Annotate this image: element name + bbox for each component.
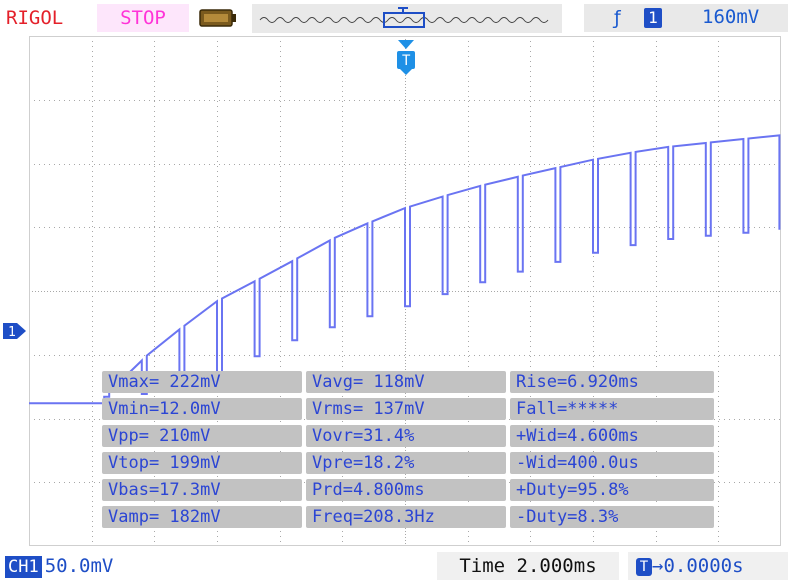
- trigger-offset-setting[interactable]: T →0.0000s: [628, 552, 788, 580]
- channel-marker-label: 1: [8, 325, 16, 340]
- measurement-value: Vavg= 118mV: [306, 371, 506, 393]
- trigger-level: 160mV: [702, 6, 760, 28]
- measurement-value: -Wid=400.0us: [510, 452, 714, 474]
- measurement-value: Vamp= 182mV: [102, 506, 302, 528]
- trigger-source-badge: 1: [644, 8, 662, 28]
- trigger-marker-label: T: [402, 53, 411, 69]
- measurement-value: -Duty=8.3%: [510, 506, 714, 528]
- measurement-value: Vovr=31.4%: [306, 425, 506, 447]
- timebase-setting[interactable]: Time 2.000ms: [437, 552, 619, 580]
- measurement-value: +Duty=95.8%: [510, 479, 714, 501]
- bottom-status-bar: CH1 50.0mV Time 2.000ms T →0.0000s: [0, 547, 800, 585]
- measurement-value: Prd=4.800ms: [306, 479, 506, 501]
- channel-1-settings[interactable]: CH1 50.0mV: [4, 553, 113, 579]
- measurement-value: Vbas=17.3mV: [102, 479, 302, 501]
- run-stop-status[interactable]: STOP: [97, 4, 189, 32]
- battery-icon: [199, 9, 236, 27]
- measurement-value: Vrms= 137mV: [306, 398, 506, 420]
- measurement-value: Vpp= 210mV: [102, 425, 302, 447]
- measurement-value: Vmax= 222mV: [102, 371, 302, 393]
- trigger-position-marker[interactable]: T: [395, 38, 417, 78]
- memory-depth-bar[interactable]: [252, 4, 562, 33]
- measurement-value: Vmin=12.0mV: [102, 398, 302, 420]
- brand-logo: RIGOL: [6, 7, 64, 29]
- arrow-icon: →: [652, 555, 664, 577]
- channel-label: CH1: [4, 555, 43, 579]
- top-status-bar: RIGOL STOP ƒ 1 160mV: [0, 0, 800, 36]
- trigger-offset-icon: T: [636, 557, 652, 576]
- measurement-value: +Wid=4.600ms: [510, 425, 714, 447]
- measurement-value: Freq=208.3Hz: [306, 506, 506, 528]
- trigger-offset-value: 0.0000s: [663, 555, 744, 577]
- trigger-settings[interactable]: ƒ 1 160mV: [584, 4, 788, 32]
- measurement-value: Vtop= 199mV: [102, 452, 302, 474]
- measurement-value: Vpre=18.2%: [306, 452, 506, 474]
- measurement-value: Fall=*****: [510, 398, 714, 420]
- channel-scale: 50.0mV: [44, 555, 114, 577]
- waveform-overview-icon: [259, 7, 549, 28]
- rising-edge-icon: ƒ: [614, 7, 621, 29]
- channel-1-trace: [29, 134, 781, 405]
- channel-1-ground-marker[interactable]: 1: [2, 321, 28, 341]
- measurement-panel: Vmax= 222mV Vavg= 118mV Rise=6.920ms Vmin=1…: [102, 371, 714, 533]
- measurement-value: Rise=6.920ms: [510, 371, 714, 393]
